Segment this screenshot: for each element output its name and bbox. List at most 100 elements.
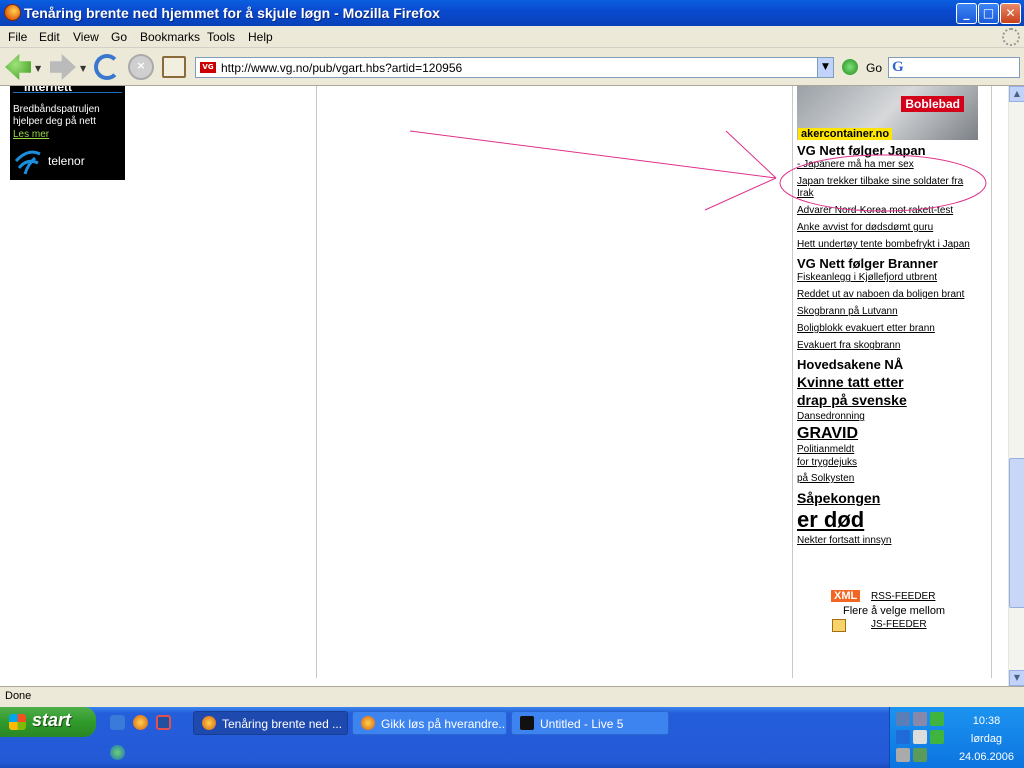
url-dropdown-icon[interactable]: ▼	[817, 58, 833, 77]
go-button[interactable]: Go	[866, 61, 882, 75]
firefox-icon[interactable]	[4, 4, 21, 21]
volume-icon[interactable]	[913, 730, 927, 744]
vertical-scrollbar[interactable]: ▲ ▼	[1008, 86, 1024, 686]
network-icon[interactable]	[896, 712, 910, 726]
column-divider	[792, 86, 793, 678]
feeds-description: Flere å velge mellom	[843, 605, 946, 617]
annotation-arrow-line	[725, 130, 777, 179]
annotation-arrow-line	[704, 177, 777, 211]
section-heading-japan: VG Nett følger Japan	[797, 143, 926, 158]
windows-taskbar: start Tenåring brente ned ... Gikk løs p…	[0, 707, 1024, 768]
news-sidebar: VG Nett følger Japan - Japanere må ha me…	[797, 142, 989, 552]
reload-icon[interactable]	[94, 54, 120, 80]
clock-time: 10:38	[972, 715, 1001, 727]
status-bar: Done	[0, 686, 1024, 707]
news-link[interactable]: Japan trekker tilbake sine soldater fra …	[797, 176, 982, 200]
monitor-icon[interactable]	[913, 712, 927, 726]
boblebad-ad[interactable]: Boblebad akercontainer.no	[797, 86, 978, 140]
system-tray: 10:38 lørdag 24.06.2006	[889, 707, 1024, 768]
globe-quicklaunch-icon[interactable]	[110, 745, 125, 760]
menu-go[interactable]: Go	[111, 30, 127, 44]
firefox-icon	[202, 716, 216, 730]
ad-brand: telenor	[48, 154, 85, 168]
news-link[interactable]: Reddet ut av naboen da boligen brant	[797, 289, 989, 301]
taskbar-item[interactable]: Tenåring brente ned ...	[193, 711, 348, 735]
security-icon[interactable]	[913, 748, 927, 762]
menu-help[interactable]: Help	[248, 30, 273, 44]
headline-link[interactable]: GRAVID	[797, 424, 989, 443]
menu-bar: File Edit View Go Bookmarks Tools Help	[0, 26, 1024, 48]
url-bar[interactable]: VG http://www.vg.no/pub/vgart.hbs?artid=…	[195, 57, 834, 78]
telenor-logo-icon	[14, 150, 41, 175]
js-feeds-link[interactable]: JS-FEEDER	[871, 619, 927, 630]
bluetooth-icon[interactable]	[896, 730, 910, 744]
column-divider	[316, 86, 317, 678]
url-text[interactable]: http://www.vg.no/pub/vgart.hbs?artid=120…	[221, 61, 462, 75]
search-input[interactable]: G	[888, 57, 1020, 78]
taskbar-item[interactable]: Untitled - Live 5	[511, 711, 669, 735]
menu-tools[interactable]: Tools	[207, 30, 235, 44]
news-link[interactable]: på Solkysten	[797, 473, 989, 485]
stop-icon[interactable]: ×	[128, 54, 154, 80]
scroll-up-button[interactable]: ▲	[1009, 86, 1024, 102]
rss-feeds-link[interactable]: RSS-FEEDER	[871, 591, 935, 602]
news-link[interactable]: Anke avvist for dødsdømt guru	[797, 222, 989, 234]
start-label: start	[32, 710, 72, 730]
clock[interactable]: 10:38 lørdag 24.06.2006	[959, 712, 1014, 766]
windows-flag-icon	[9, 714, 26, 730]
menu-bookmarks[interactable]: Bookmarks	[140, 30, 200, 44]
news-link[interactable]: Hett undertøy tente bombefrykt i Japan	[797, 239, 989, 251]
headline-link[interactable]: Kvinne tatt etter	[797, 373, 989, 391]
menu-view[interactable]: View	[73, 30, 99, 44]
news-link[interactable]: - Japanere må ha mer sex	[797, 159, 989, 171]
menu-file[interactable]: File	[8, 30, 27, 44]
start-button[interactable]: start	[0, 707, 96, 737]
section-heading-branner: VG Nett følger Branner	[797, 256, 938, 271]
menu-edit[interactable]: Edit	[39, 30, 60, 44]
news-link[interactable]: Skogbrann på Lutvann	[797, 306, 989, 318]
news-link[interactable]: Fiskeanlegg i Kjøllefjord utbrent	[797, 272, 989, 284]
column-divider	[991, 86, 992, 678]
close-button[interactable]: ✕	[1000, 3, 1021, 24]
headline-link[interactable]: er død	[797, 507, 989, 533]
minimize-button[interactable]: _	[956, 3, 977, 24]
news-link[interactable]: for trygdejuks	[797, 457, 989, 469]
back-arrow-icon[interactable]	[5, 54, 31, 80]
news-link[interactable]: Politianmeldt	[797, 444, 989, 456]
ad-text: Bredbåndspatruljen hjelper deg på nett	[13, 104, 100, 127]
audio-icon[interactable]	[896, 748, 910, 762]
title-bar: Tenåring brente ned hjemmet for å skjule…	[0, 0, 1024, 26]
google-search-icon[interactable]: G	[892, 59, 904, 76]
maximize-button[interactable]: □	[978, 3, 999, 24]
ie-quicklaunch-icon[interactable]	[110, 715, 125, 730]
scroll-down-button[interactable]: ▼	[1009, 670, 1024, 686]
ad-read-more-link[interactable]: Les mer	[13, 129, 49, 140]
status-text: Done	[5, 690, 32, 702]
clock-date: 24.06.2006	[958, 751, 1014, 763]
taskbar-item-label: Tenåring brente ned ...	[222, 717, 343, 731]
telenor-ad[interactable]: Internett Bredbåndspatruljen hjelper deg…	[10, 86, 125, 180]
news-link[interactable]: Nekter fortsatt innsyn	[797, 535, 989, 547]
firefox-quicklaunch-icon[interactable]	[133, 715, 148, 730]
back-dropdown-icon[interactable]: ▼	[35, 64, 41, 73]
news-link[interactable]: Dansedronning	[797, 411, 989, 423]
headline-link[interactable]: Såpekongen	[797, 489, 989, 507]
app-quicklaunch-icon[interactable]	[156, 715, 171, 730]
forward-arrow-icon[interactable]	[50, 54, 76, 80]
tray-app-icon[interactable]	[930, 712, 944, 726]
home-icon[interactable]	[162, 56, 186, 78]
forward-dropdown-icon[interactable]: ▼	[80, 64, 86, 73]
throbber-icon	[1002, 28, 1020, 46]
news-link[interactable]: Advarer Nord-Korea mot rakett-test	[797, 205, 989, 217]
window-title: Tenåring brente ned hjemmet for å skjule…	[24, 5, 440, 21]
news-link[interactable]: Boligblokk evakuert etter brann	[797, 323, 989, 335]
taskbar-item-label: Gikk løs på hverandre...	[381, 717, 507, 731]
scroll-thumb[interactable]	[1009, 458, 1024, 608]
xml-badge[interactable]: XML	[831, 590, 861, 602]
taskbar-item[interactable]: Gikk løs på hverandre...	[352, 711, 507, 735]
news-link[interactable]: Evakuert fra skogbrann	[797, 340, 989, 352]
ad-label: Boblebad	[901, 96, 964, 112]
go-icon[interactable]	[842, 59, 858, 75]
headline-link[interactable]: drap på svenske	[797, 391, 989, 409]
update-icon[interactable]	[930, 730, 944, 744]
